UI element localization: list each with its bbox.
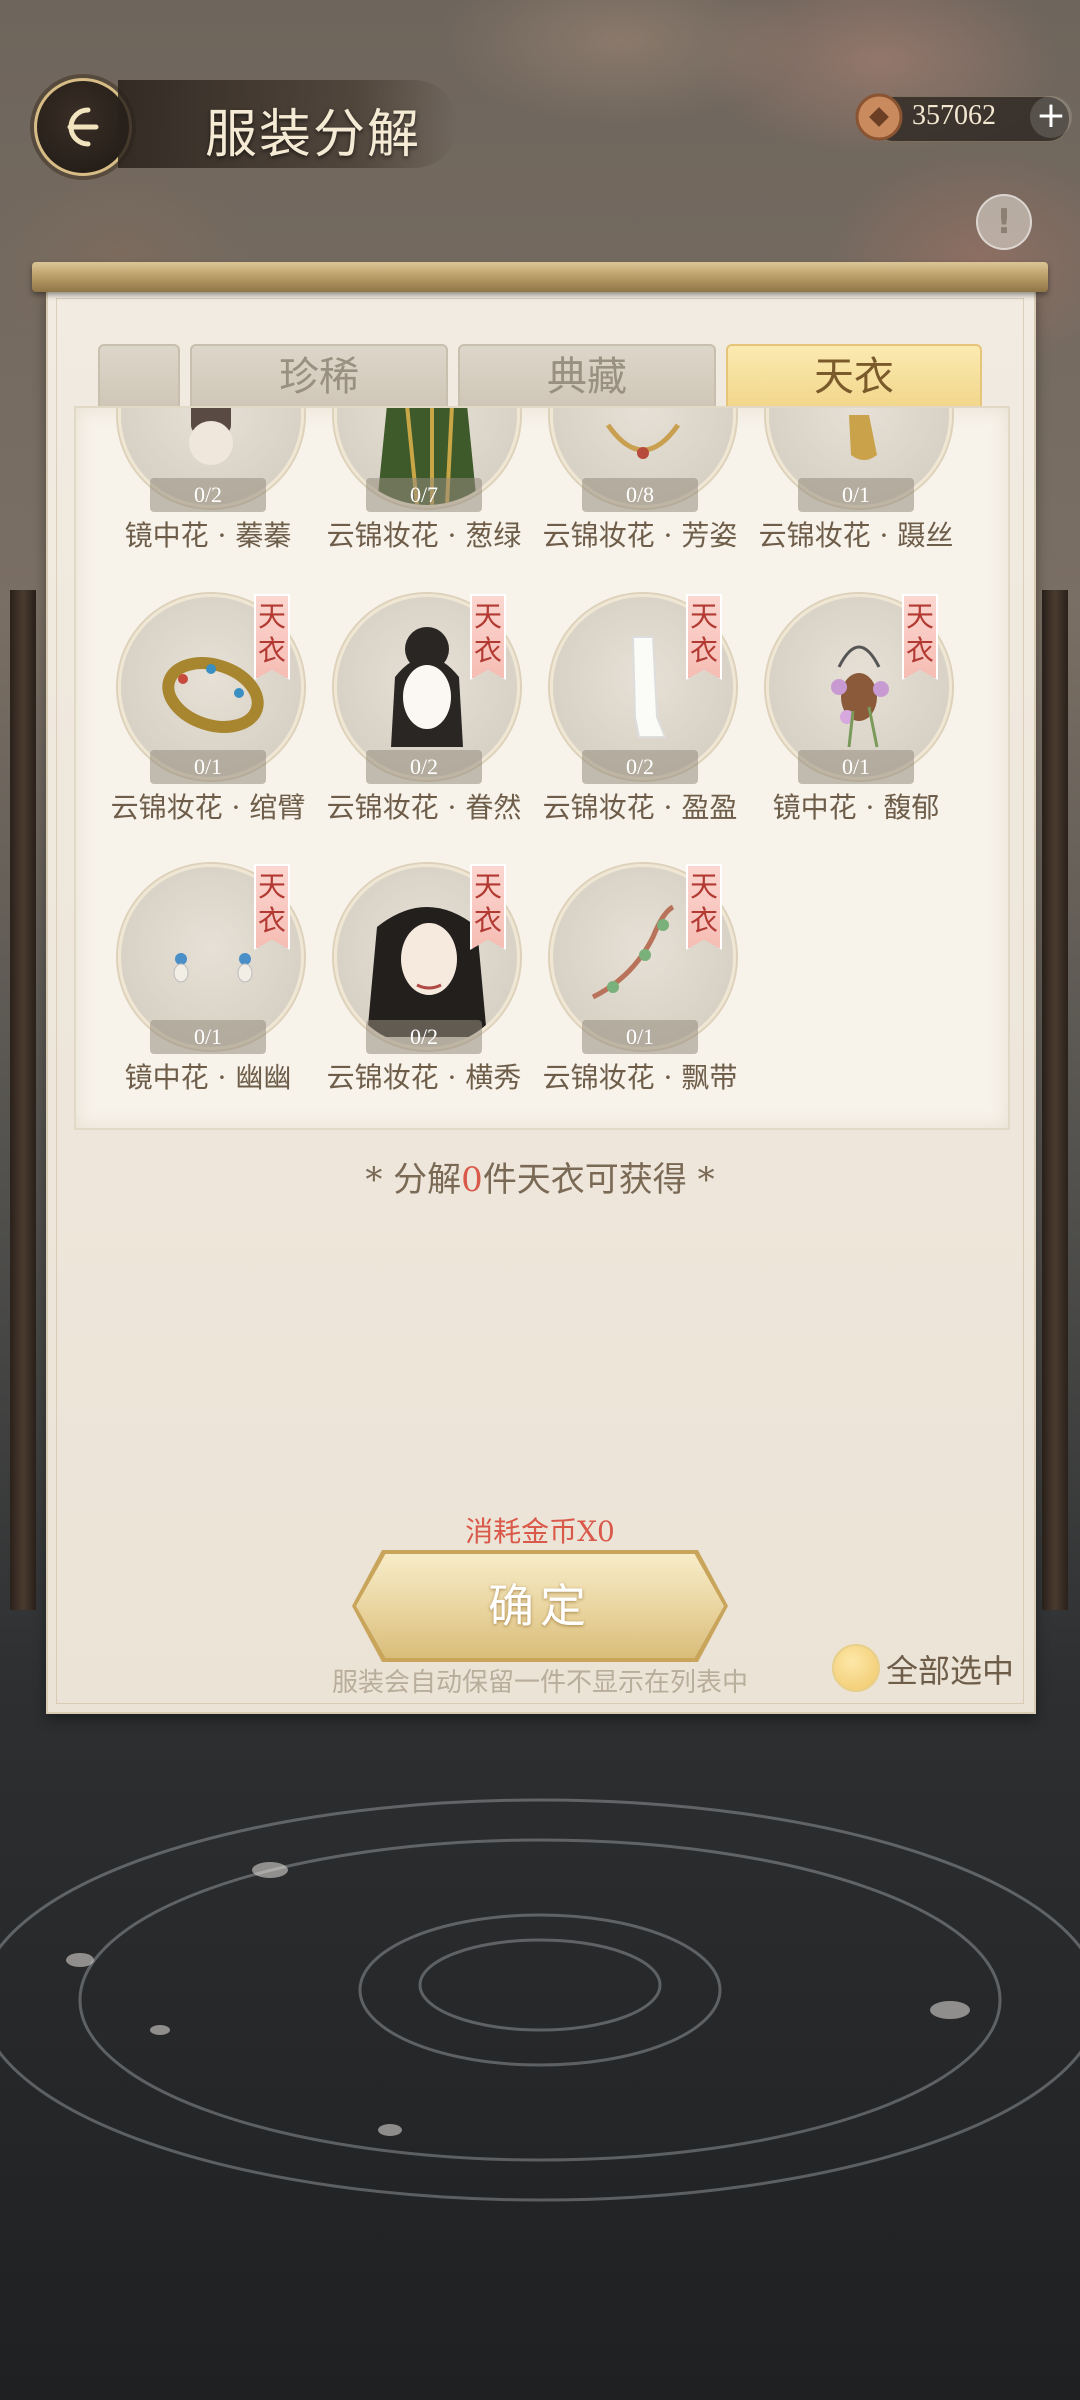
list-item[interactable]: 天衣 0/2 云锦妆花 · 眷然 <box>324 594 524 824</box>
list-item[interactable]: 0/7 云锦妆花 · 葱绿 <box>324 408 524 552</box>
list-item[interactable]: 天衣 0/1 云锦妆花 · 绾臂 <box>108 594 308 824</box>
tianyi-tag: 天衣 <box>686 594 722 680</box>
yield-count: 0 <box>461 1160 483 1200</box>
select-all-label[interactable]: 全部选中 <box>886 1646 1014 1692</box>
item-name: 云锦妆花 · 横秀 <box>326 1061 522 1094</box>
tab-rare[interactable]: 珍稀 <box>190 344 448 410</box>
confirm-button[interactable]: 确定 <box>356 1554 724 1658</box>
item-grid[interactable]: 0/2 镜中花 · 蓁蓁 0/7 云锦妆花 · 葱绿 0/8 云锦妆花 · 芳姿 <box>74 406 1010 1130</box>
cost-text: 消耗金币X0 <box>465 1515 615 1548</box>
item-name: 镜中花 · 幽幽 <box>124 1061 292 1094</box>
tianyi-tag: 天衣 <box>686 864 722 950</box>
tianyi-tag: 天衣 <box>470 864 506 950</box>
item-name: 云锦妆花 · 绾臂 <box>110 791 306 824</box>
yield-suffix: 件天衣可获得 * <box>482 1160 715 1200</box>
tab-tianyi[interactable]: 天衣 <box>726 344 982 410</box>
tianyi-tag: 天衣 <box>470 594 506 680</box>
item-count: 0/2 <box>366 750 482 784</box>
coin-amount: 357062 <box>912 100 996 131</box>
list-item[interactable]: 天衣 0/1 镜中花 · 馥郁 <box>756 594 956 824</box>
list-item[interactable]: 0/1 云锦妆花 · 蹑丝 <box>756 408 956 552</box>
item-name: 云锦妆花 · 蹑丝 <box>758 519 954 552</box>
page-title: 服装分解 <box>205 105 422 165</box>
item-name: 云锦妆花 · 飘带 <box>542 1061 738 1094</box>
tianyi-tag: 天衣 <box>254 594 290 680</box>
tianyi-tag: 天衣 <box>902 594 938 680</box>
item-count: 0/2 <box>150 478 266 512</box>
tab-blank[interactable] <box>98 344 180 410</box>
item-name: 云锦妆花 · 芳姿 <box>542 519 738 552</box>
info-button[interactable]: ! <box>976 194 1032 250</box>
item-count: 0/1 <box>798 750 914 784</box>
copper-coin-icon <box>855 93 903 141</box>
yield-prefix: * 分解 <box>365 1160 462 1200</box>
item-count: 0/8 <box>582 478 698 512</box>
select-all-checkbox[interactable] <box>832 1644 880 1692</box>
water-ripples <box>0 1798 1080 2202</box>
scroll-pole-right <box>1042 590 1068 1610</box>
item-count: 0/2 <box>366 1020 482 1054</box>
item-name: 镜中花 · 馥郁 <box>772 791 940 824</box>
back-arrow-icon <box>67 107 99 147</box>
yield-summary: * 分解0件天衣可获得 * <box>0 1152 1080 1201</box>
list-item[interactable]: 天衣 0/1 镜中花 · 幽幽 <box>108 864 308 1094</box>
item-name: 云锦妆花 · 眷然 <box>326 791 522 824</box>
list-item[interactable]: 天衣 0/2 云锦妆花 · 盈盈 <box>540 594 740 824</box>
item-name: 镜中花 · 蓁蓁 <box>124 519 292 552</box>
scroll-rod <box>32 262 1048 292</box>
item-count: 0/1 <box>798 478 914 512</box>
tianyi-tag: 天衣 <box>254 864 290 950</box>
item-name: 云锦妆花 · 葱绿 <box>326 519 522 552</box>
item-count: 0/2 <box>582 750 698 784</box>
scroll-pole-left <box>10 590 36 1610</box>
add-coins-button[interactable]: + <box>1030 96 1072 138</box>
item-count: 0/1 <box>150 750 266 784</box>
tab-collection[interactable]: 典藏 <box>458 344 716 410</box>
item-count: 0/1 <box>582 1020 698 1054</box>
list-item[interactable]: 0/2 镜中花 · 蓁蓁 <box>108 408 308 552</box>
item-name: 云锦妆花 · 盈盈 <box>542 791 738 824</box>
list-item[interactable]: 0/8 云锦妆花 · 芳姿 <box>540 408 740 552</box>
item-count: 0/1 <box>150 1020 266 1054</box>
list-item[interactable]: 天衣 0/1 云锦妆花 · 飘带 <box>540 864 740 1094</box>
item-count: 0/7 <box>366 478 482 512</box>
list-item[interactable]: 天衣 0/2 云锦妆花 · 横秀 <box>324 864 524 1094</box>
